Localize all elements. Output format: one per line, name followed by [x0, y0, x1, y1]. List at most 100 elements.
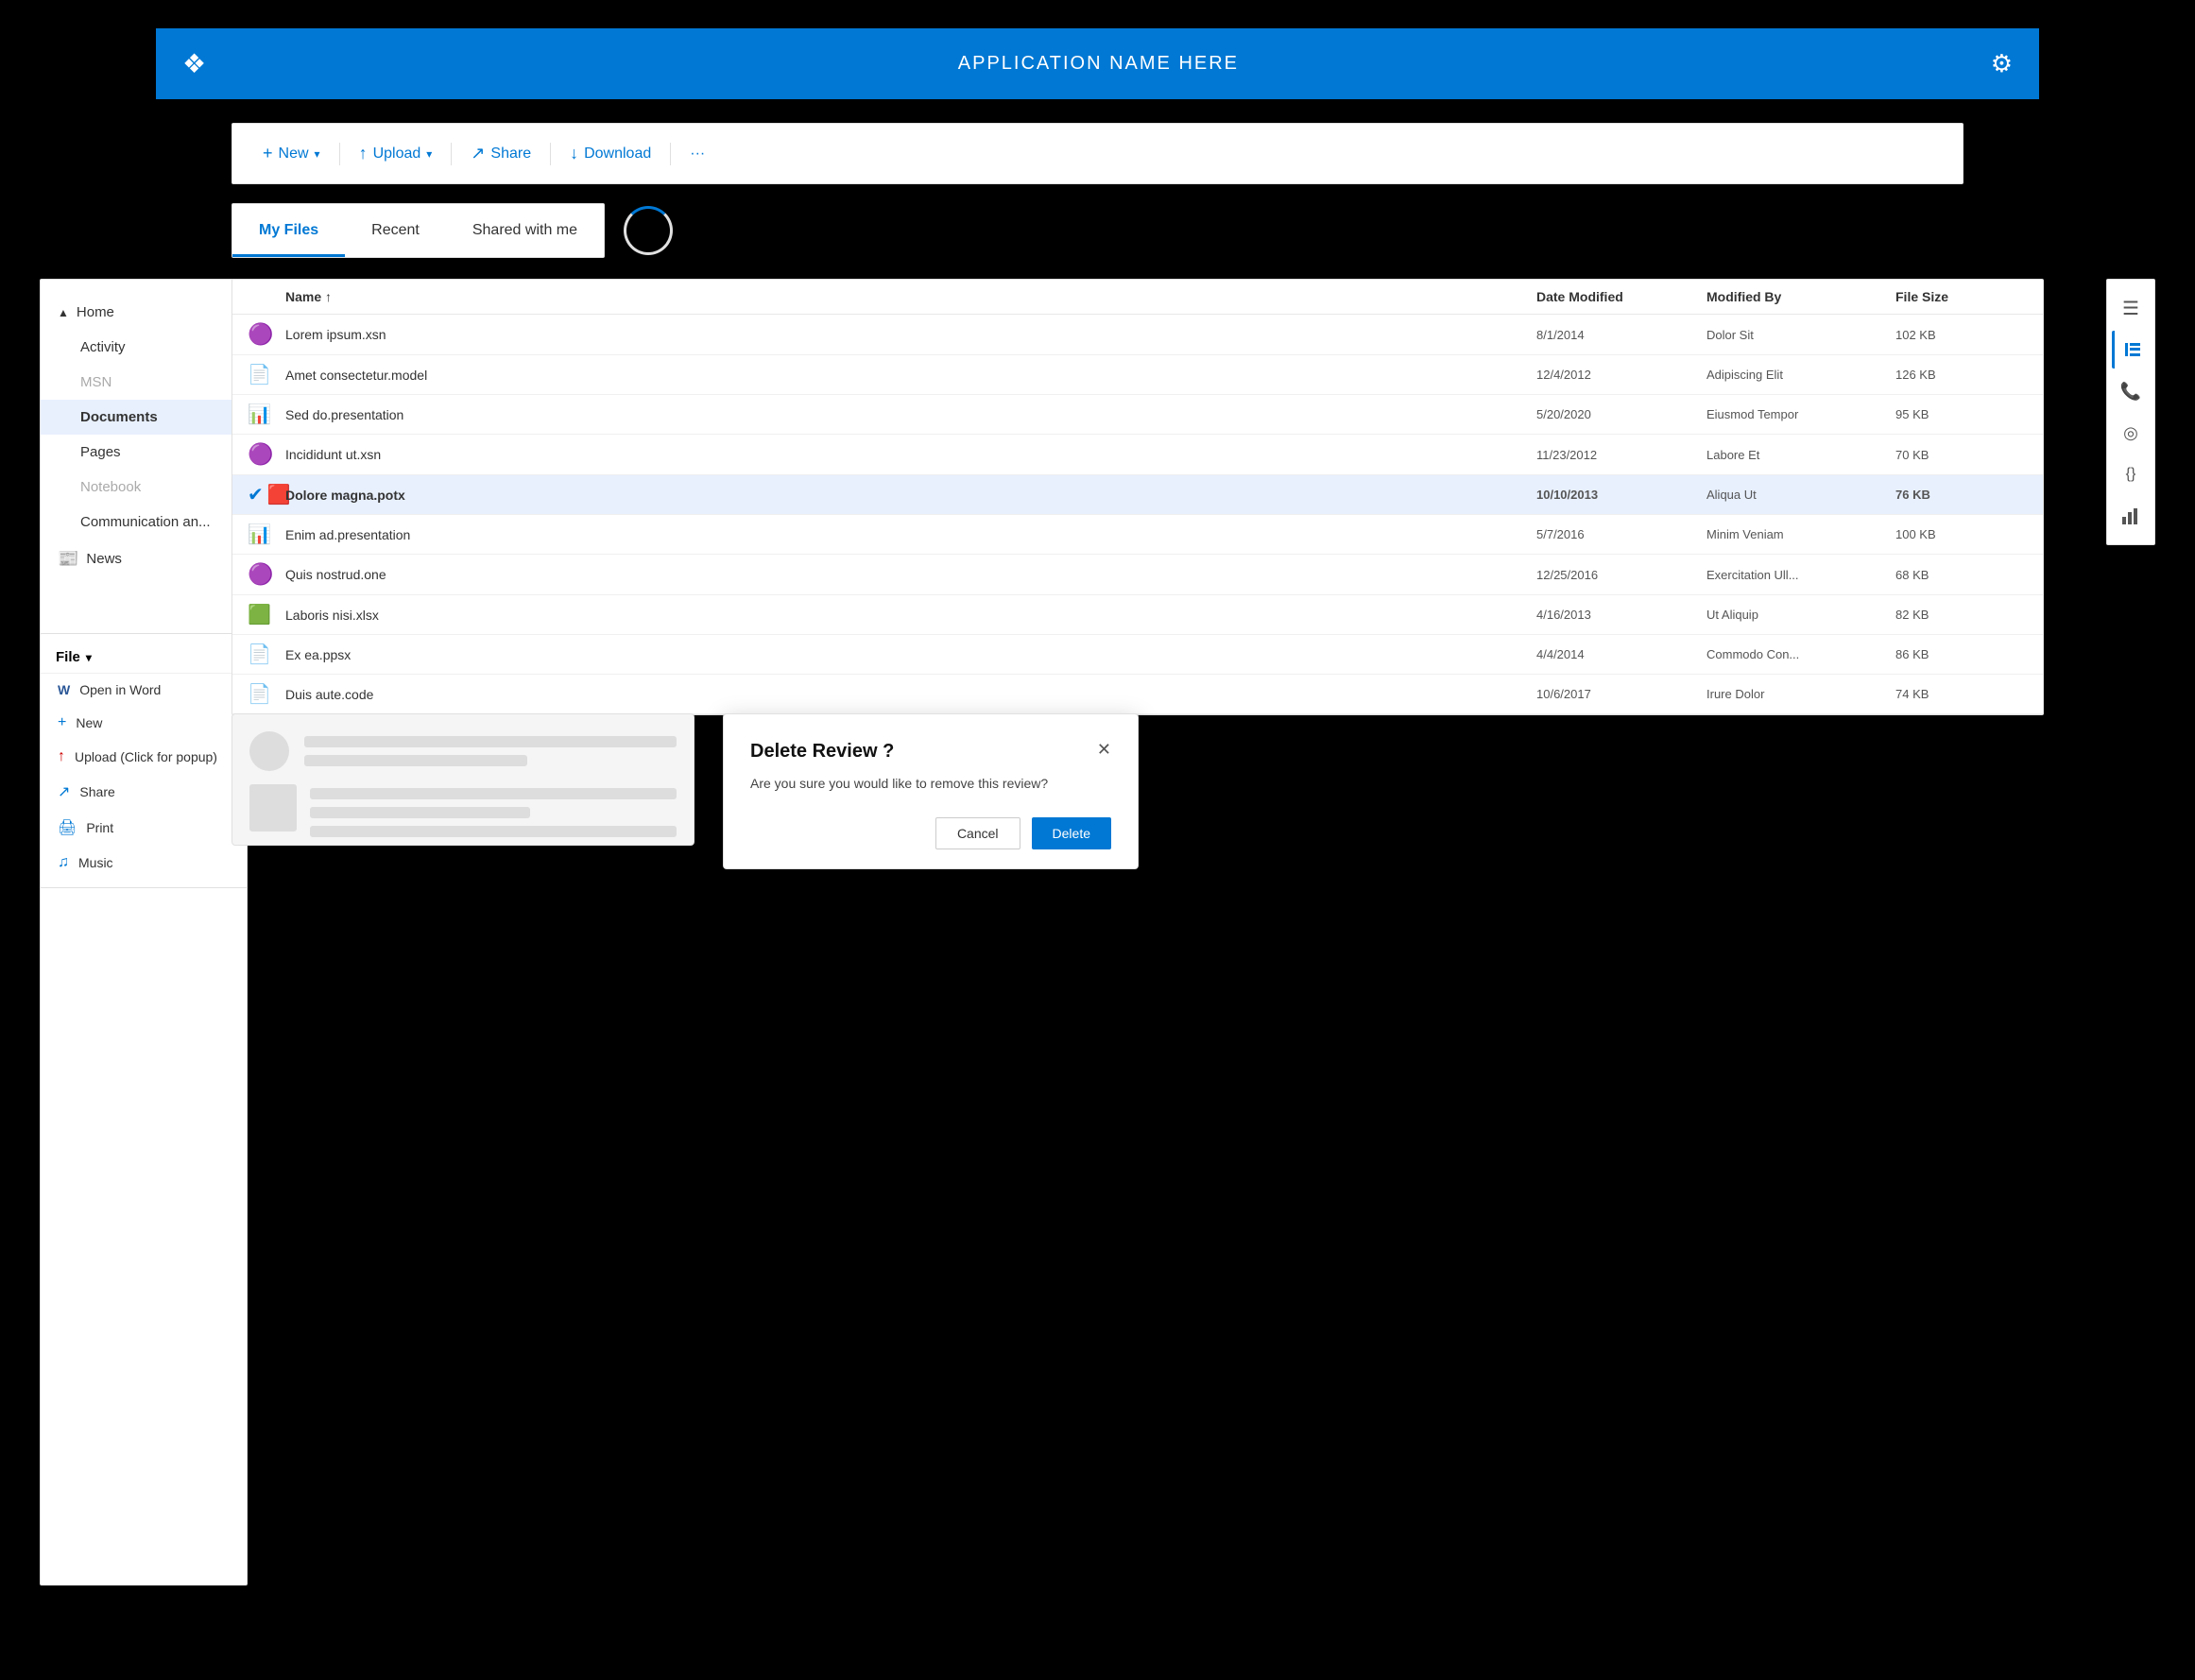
menu-item-print[interactable]: 🖨 Print: [41, 810, 247, 846]
file-name: Dolore magna.potx: [285, 488, 1536, 503]
header-modified-by[interactable]: Modified By: [1706, 289, 1895, 304]
tab-shared[interactable]: Shared with me: [446, 204, 604, 257]
chevron-up-icon: ▲: [58, 306, 69, 319]
code-braces-icon[interactable]: {}: [2112, 455, 2150, 493]
view-menu-icon[interactable]: ☰: [2112, 289, 2150, 327]
file-date: 8/1/2014: [1536, 328, 1706, 342]
sidebar-item-documents[interactable]: Documents: [41, 400, 247, 435]
file-dropdown-header[interactable]: File ▾: [41, 642, 247, 674]
chart-icon[interactable]: [2112, 497, 2150, 535]
table-row[interactable]: 📄 Amet consectetur.model 12/4/2012 Adipi…: [232, 355, 2043, 395]
table-row[interactable]: 🟣 Quis nostrud.one 12/25/2016 Exercitati…: [232, 555, 2043, 595]
sidebar-item-msn[interactable]: MSN: [41, 365, 247, 400]
new-chevron-icon: ▾: [315, 147, 320, 161]
plus-icon: +: [263, 144, 273, 163]
sidebar-home[interactable]: ▲ Home: [41, 295, 247, 330]
loading-spinner: [624, 206, 673, 255]
dialog-title: Delete Review ?: [750, 741, 894, 763]
file-modified-by: Commodo Con...: [1706, 647, 1895, 661]
settings-icon[interactable]: ⚙: [1991, 49, 2013, 78]
header-size[interactable]: File Size: [1895, 289, 2028, 304]
menu-item-new[interactable]: + New: [41, 706, 247, 740]
row-icon-col: 🟣: [248, 322, 274, 347]
top-bar: ❖ APPLICATION NAME HERE ⚙: [156, 28, 2039, 99]
sidebar-item-notebook[interactable]: Notebook: [41, 470, 247, 505]
share-button[interactable]: ↗ Share: [459, 138, 542, 169]
file-name: Ex ea.ppsx: [285, 647, 1536, 662]
delete-button[interactable]: Delete: [1032, 817, 1111, 849]
dialog-header: Delete Review ? ✕: [750, 741, 1111, 763]
table-row[interactable]: 📄 Duis aute.code 10/6/2017 Irure Dolor 7…: [232, 675, 2043, 714]
app-title: APPLICATION NAME HERE: [958, 53, 1239, 75]
menu-label-music: Music: [78, 855, 113, 870]
skeleton-line: [310, 807, 530, 818]
file-name: Amet consectetur.model: [285, 368, 1536, 383]
dialog-body: Are you sure you would like to remove th…: [750, 776, 1111, 791]
header-date[interactable]: Date Modified: [1536, 289, 1706, 304]
download-icon: ↓: [570, 144, 578, 163]
table-row[interactable]: 🟣 Lorem ipsum.xsn 8/1/2014 Dolor Sit 102…: [232, 315, 2043, 355]
tab-recent[interactable]: Recent: [345, 204, 446, 257]
menu-item-music[interactable]: ♫ Music: [41, 846, 247, 880]
new-button[interactable]: + New ▾: [251, 138, 332, 169]
file-modified-by: Aliqua Ut: [1706, 488, 1895, 502]
menu-item-open-word[interactable]: W Open in Word: [41, 674, 247, 706]
menu-item-upload[interactable]: ↑ Upload (Click for popup): [41, 740, 247, 774]
new-menu-icon: +: [58, 714, 66, 731]
skeleton-top: [249, 731, 677, 771]
cancel-button[interactable]: Cancel: [935, 817, 1020, 849]
signal-icon[interactable]: ◎: [2112, 414, 2150, 452]
upload-label: Upload: [373, 146, 421, 163]
tab-my-files[interactable]: My Files: [232, 204, 345, 257]
file-modified-by: Ut Aliquip: [1706, 608, 1895, 622]
more-icon: ···: [690, 146, 705, 163]
delete-dialog: Delete Review ? ✕ Are you sure you would…: [723, 713, 1139, 869]
file-size: 95 KB: [1895, 407, 2028, 421]
download-button[interactable]: ↓ Download: [558, 138, 662, 169]
sidebar-item-pages[interactable]: Pages: [41, 435, 247, 470]
file-modified-by: Minim Veniam: [1706, 527, 1895, 541]
header-name[interactable]: Name ↑: [285, 289, 1536, 304]
table-row[interactable]: 📊 Enim ad.presentation 5/7/2016 Minim Ve…: [232, 515, 2043, 555]
upload-chevron-icon: ▾: [426, 147, 432, 161]
file-size: 68 KB: [1895, 568, 2028, 582]
file-date: 12/4/2012: [1536, 368, 1706, 382]
file-date: 11/23/2012: [1536, 448, 1706, 462]
file-type-icon: 🟩: [248, 605, 271, 626]
table-row[interactable]: 📊 Sed do.presentation 5/20/2020 Eiusmod …: [232, 395, 2043, 435]
menu-item-share[interactable]: ↗ Share: [41, 774, 247, 810]
file-dropdown: File ▾ W Open in Word + New ↑ Upload (Cl…: [40, 633, 248, 888]
file-type-icon: 📄: [248, 684, 271, 705]
file-type-icon: 🟣: [248, 322, 273, 346]
sidebar-item-communication[interactable]: Communication an...: [41, 505, 247, 540]
file-modified-by: Dolor Sit: [1706, 328, 1895, 342]
menu-label-upload: Upload (Click for popup): [75, 749, 217, 764]
file-modified-by: Adipiscing Elit: [1706, 368, 1895, 382]
upload-button[interactable]: ↑ Upload ▾: [348, 138, 444, 169]
more-button[interactable]: ···: [678, 140, 716, 168]
file-name: Lorem ipsum.xsn: [285, 327, 1536, 342]
skeleton-block: [249, 784, 677, 837]
file-date: 4/16/2013: [1536, 608, 1706, 622]
dialog-close-button[interactable]: ✕: [1097, 741, 1111, 758]
view-list-icon[interactable]: [2112, 331, 2150, 369]
sidebar-item-news[interactable]: 📰 News: [41, 540, 247, 578]
file-label: File: [56, 649, 80, 665]
table-row[interactable]: 🟣 Incididunt ut.xsn 11/23/2012 Labore Et…: [232, 435, 2043, 475]
file-size: 86 KB: [1895, 647, 2028, 661]
table-row[interactable]: ✔ 🟥 Dolore magna.potx 10/10/2013 Aliqua …: [232, 475, 2043, 515]
divider-1: [339, 143, 340, 165]
upload-menu-icon: ↑: [58, 748, 65, 765]
phone-icon[interactable]: 📞: [2112, 372, 2150, 410]
file-type-icon: 📄: [248, 644, 271, 665]
news-icon: 📰: [58, 549, 78, 569]
skeleton-avatar: [249, 731, 289, 771]
menu-label-open-word: Open in Word: [79, 682, 161, 697]
menu-label-print: Print: [86, 820, 113, 835]
share-label: Share: [490, 146, 531, 163]
divider-3: [550, 143, 551, 165]
table-row[interactable]: 📄 Ex ea.ppsx 4/4/2014 Commodo Con... 86 …: [232, 635, 2043, 675]
dialog-actions: Cancel Delete: [750, 817, 1111, 849]
table-row[interactable]: 🟩 Laboris nisi.xlsx 4/16/2013 Ut Aliquip…: [232, 595, 2043, 635]
sidebar-item-activity[interactable]: Activity: [41, 330, 247, 365]
